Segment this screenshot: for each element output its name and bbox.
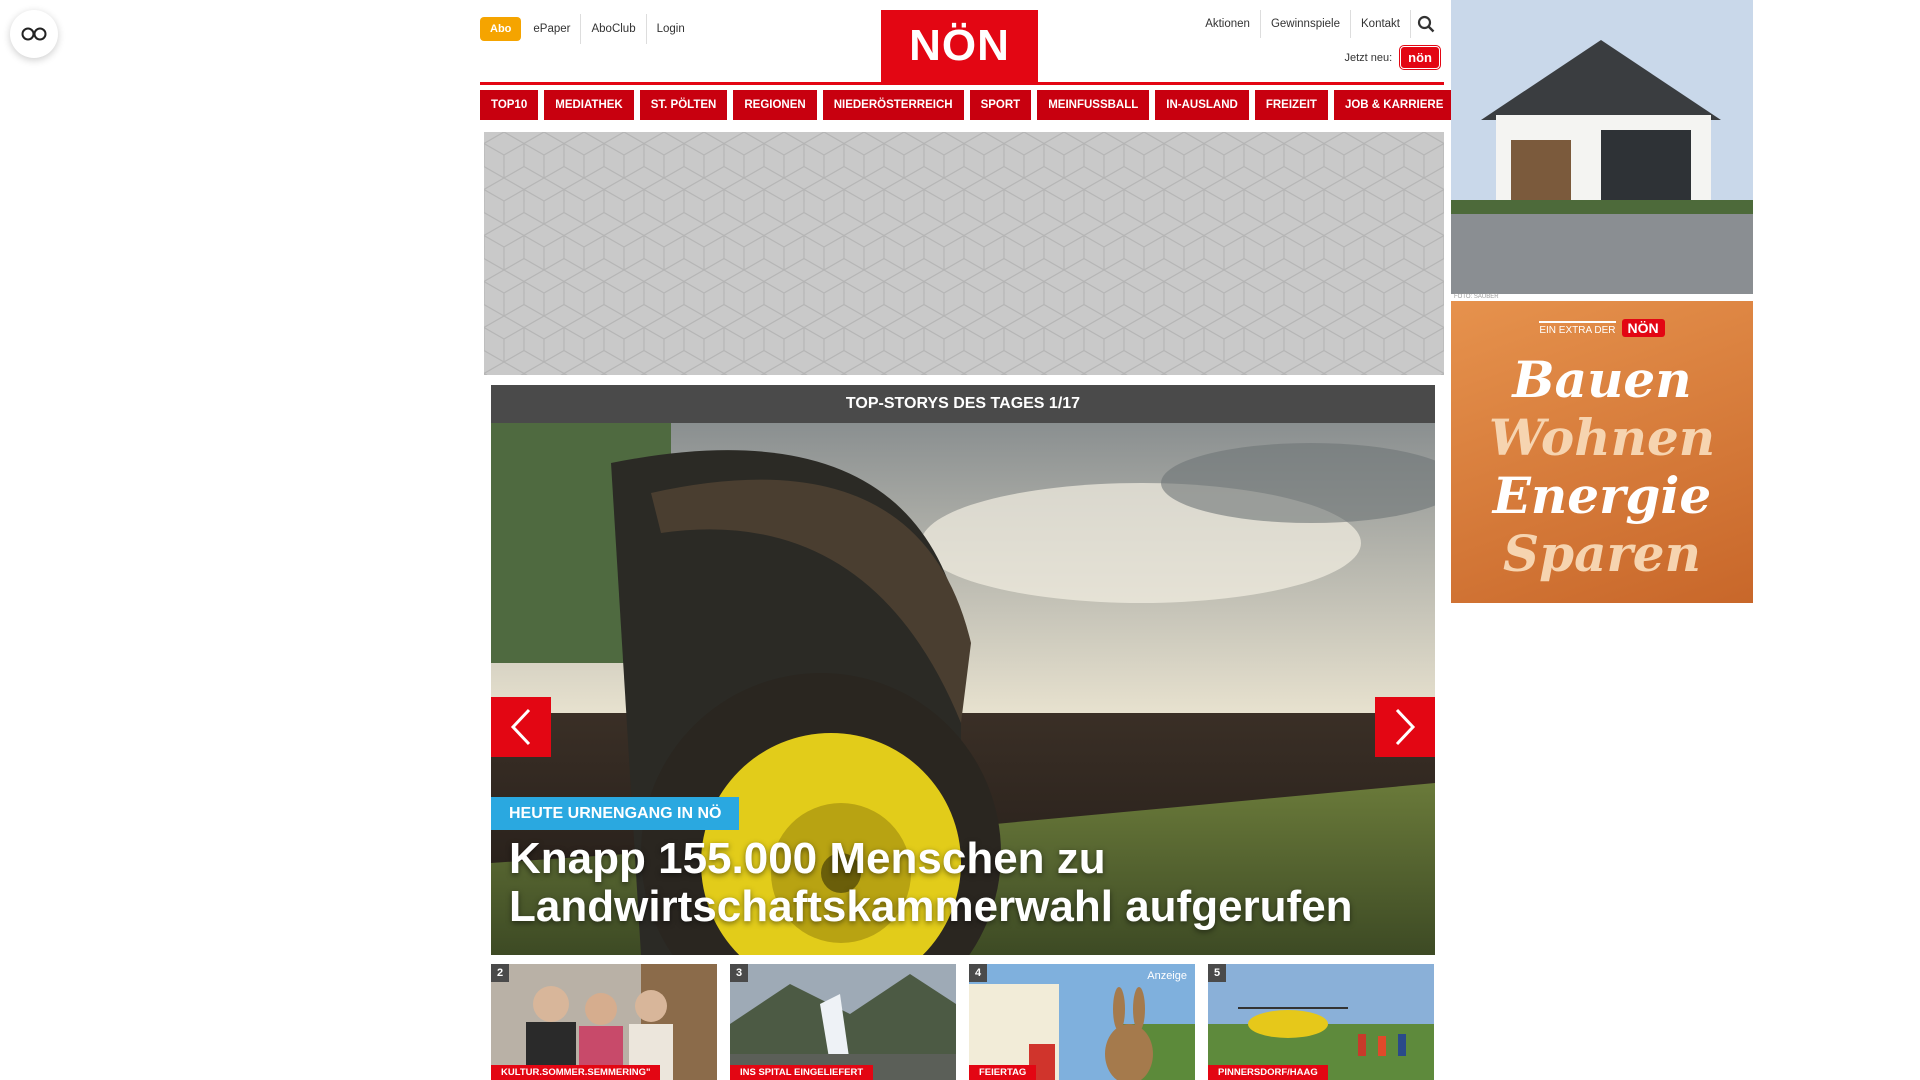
search-icon xyxy=(1417,15,1434,33)
reader-mode-button[interactable] xyxy=(10,10,58,58)
teaser-card[interactable]: 4 Anzeige FEIERTAG xyxy=(969,964,1195,1080)
nav-item-niederoesterreich[interactable]: NIEDERÖSTERREICH xyxy=(822,90,964,120)
chevron-right-icon xyxy=(1395,708,1416,746)
nav-item-regionen[interactable]: REGIONEN xyxy=(733,90,817,120)
site-header: Abo ePaper AboClub Login NÖN Aktionen Ge… xyxy=(480,0,1440,84)
hexagon-pattern xyxy=(484,132,1444,375)
ad-house-image xyxy=(1451,0,1753,294)
teaser-number: 5 xyxy=(1208,964,1226,982)
teaser-card[interactable]: 5 PINNERSDORF/HAAG xyxy=(1208,964,1434,1080)
aktionen-link[interactable]: Aktionen xyxy=(1195,10,1260,38)
top-left-links: Abo ePaper AboClub Login xyxy=(480,14,695,44)
main-nav: TOP10 MEDIATHEK ST. PÖLTEN REGIONEN NIED… xyxy=(480,90,1455,120)
teaser-category: FEIERTAG xyxy=(969,1065,1037,1080)
nav-item-st-poelten[interactable]: ST. PÖLTEN xyxy=(639,90,728,120)
login-link[interactable]: Login xyxy=(645,14,695,44)
nav-item-in-ausland[interactable]: IN-AUSLAND xyxy=(1155,90,1249,120)
teaser-number: 4 xyxy=(969,964,987,982)
ad-bauen-words: Bauen Wohnen Energie Sparen xyxy=(1451,351,1753,583)
ad-extra-label: EIN EXTRA DER xyxy=(1539,320,1616,336)
teaser-image xyxy=(491,964,717,1080)
hero-story[interactable]: HEUTE URNENGANG IN NÖ Knapp 155.000 Mens… xyxy=(491,423,1435,955)
story-teasers: 2 KULTUR.SOMMER.SEMMERING" 3 INS SPITAL … xyxy=(491,964,1435,1080)
header-divider xyxy=(480,82,1444,85)
ad-noen-logo: NÖN xyxy=(1621,319,1665,337)
abo-button[interactable]: Abo xyxy=(480,17,522,41)
nav-item-sport[interactable]: SPORT xyxy=(969,90,1032,120)
jetzt-neu-badge[interactable]: nön xyxy=(1400,46,1440,69)
aboclub-link[interactable]: AboClub xyxy=(580,14,645,44)
ad-photo-credit: FOTO: SAUBER xyxy=(1454,294,1499,300)
gewinnspiele-link[interactable]: Gewinnspiele xyxy=(1259,10,1350,38)
story-kicker: HEUTE URNENGANG IN NÖ xyxy=(491,797,740,830)
ad-word: Sparen xyxy=(1503,524,1701,583)
ad-bauen-head: EIN EXTRA DER NÖN xyxy=(1451,319,1753,337)
teaser-card[interactable]: 3 INS SPITAL EINGELIEFERT xyxy=(730,964,956,1080)
top-stories-header: TOP-STORYS DES TAGES 1/17 xyxy=(491,385,1435,423)
nav-item-top10[interactable]: TOP10 xyxy=(480,90,539,120)
teaser-anzeige-label: Anzeige xyxy=(1147,970,1187,982)
teaser-number: 2 xyxy=(491,964,509,982)
ad-word: Energie xyxy=(1492,466,1712,525)
teaser-category: KULTUR.SOMMER.SEMMERING" xyxy=(491,1065,661,1080)
nav-item-meinfussball[interactable]: MEINFUSSBALL xyxy=(1037,90,1150,120)
chevron-left-icon xyxy=(510,708,531,746)
teaser-category: PINNERSDORF/HAAG xyxy=(1208,1065,1328,1080)
epaper-link[interactable]: ePaper xyxy=(523,14,580,44)
teaser-number: 3 xyxy=(730,964,748,982)
nav-item-freizeit[interactable]: FREIZEIT xyxy=(1254,90,1328,120)
slider-next-button[interactable] xyxy=(1375,697,1435,757)
slider-prev-button[interactable] xyxy=(491,697,551,757)
search-button[interactable] xyxy=(1410,10,1440,38)
ad-bauen-wohnen[interactable]: EIN EXTRA DER NÖN Bauen Wohnen Energie S… xyxy=(1451,301,1753,603)
nav-item-job-karriere[interactable]: JOB & KARRIERE xyxy=(1333,90,1455,120)
teaser-image xyxy=(1208,964,1434,1080)
teaser-category: INS SPITAL EINGELIEFERT xyxy=(730,1065,874,1080)
story-headline[interactable]: Knapp 155.000 Menschen zu Landwirtschaft… xyxy=(509,835,1409,931)
top-right-links: Aktionen Gewinnspiele Kontakt xyxy=(1195,10,1440,38)
site-logo[interactable]: NÖN xyxy=(881,10,1038,82)
ad-word: Bauen xyxy=(1512,350,1692,409)
kontakt-link[interactable]: Kontakt xyxy=(1350,10,1410,38)
top-stories: TOP-STORYS DES TAGES 1/17 HEUTE URNENGAN… xyxy=(491,385,1435,955)
jetzt-neu: Jetzt neu: nön xyxy=(1344,46,1440,69)
glasses-icon xyxy=(21,27,47,41)
teaser-card[interactable]: 2 KULTUR.SOMMER.SEMMERING" xyxy=(491,964,717,1080)
ad-placeholder-banner xyxy=(484,132,1444,375)
ad-house[interactable] xyxy=(1451,0,1753,294)
teaser-image xyxy=(730,964,956,1080)
ad-word: Wohnen xyxy=(1488,408,1716,467)
jetzt-neu-label: Jetzt neu: xyxy=(1344,51,1393,64)
nav-item-mediathek[interactable]: MEDIATHEK xyxy=(544,90,634,120)
